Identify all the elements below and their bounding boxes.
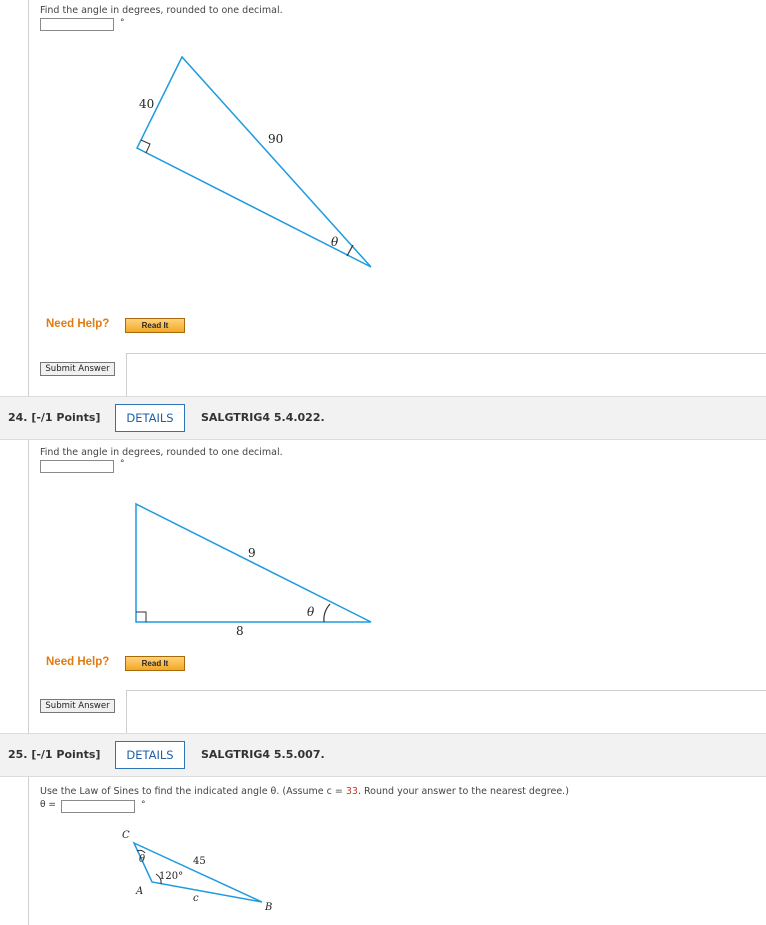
side-label-9: 9 bbox=[248, 546, 256, 560]
side-label-40: 40 bbox=[139, 97, 154, 111]
answer-input[interactable] bbox=[40, 460, 114, 473]
read-it-button[interactable]: Read It bbox=[125, 656, 185, 671]
answer-area-border bbox=[126, 690, 766, 735]
question-prompt: Use the Law of Sines to find the indicat… bbox=[40, 786, 569, 797]
submit-answer-button[interactable]: Submit Answer bbox=[40, 362, 115, 376]
question-number: 24. [-/1 Points] bbox=[8, 411, 101, 424]
triangle-figure: C θ 45 120° A c B bbox=[122, 830, 272, 913]
triangle-figure: 9 8 θ bbox=[135, 502, 372, 638]
answer-input[interactable] bbox=[61, 800, 135, 813]
triangle-figure: 40 90 θ bbox=[135, 55, 372, 268]
prompt-text-end: . Round your answer to the nearest degre… bbox=[357, 786, 569, 797]
angle-label-theta: θ bbox=[139, 854, 145, 865]
side-label-90: 90 bbox=[268, 132, 283, 146]
answer-area-border bbox=[126, 353, 766, 398]
c-value: 33 bbox=[345, 786, 358, 797]
submit-answer-button[interactable]: Submit Answer bbox=[40, 699, 115, 713]
vertex-label-b: B bbox=[264, 902, 272, 913]
angle-label-120: 120° bbox=[159, 871, 183, 882]
degree-unit: ° bbox=[141, 800, 146, 810]
side-label-8: 8 bbox=[236, 624, 244, 638]
details-button[interactable]: DETAILS bbox=[115, 741, 185, 769]
angle-arc bbox=[323, 603, 331, 623]
side-label-c: c bbox=[193, 893, 199, 904]
question-code: SALGTRIG4 5.4.022. bbox=[201, 411, 325, 424]
vertex-label-a: A bbox=[135, 886, 143, 897]
side-label-45: 45 bbox=[193, 856, 206, 867]
details-button[interactable]: DETAILS bbox=[115, 404, 185, 432]
answer-label: θ = bbox=[40, 800, 56, 810]
need-help-label: Need Help? bbox=[46, 318, 110, 330]
question-number: 25. [-/1 Points] bbox=[8, 748, 101, 761]
angle-label-theta: θ bbox=[307, 605, 315, 619]
degree-unit: ° bbox=[120, 459, 125, 469]
right-angle-marker bbox=[136, 611, 147, 622]
vertex-label-c: C bbox=[122, 830, 130, 841]
triangle-shape bbox=[135, 502, 372, 623]
prompt-text-start: Use the Law of Sines to find the indicat… bbox=[40, 786, 346, 797]
question-header: 24. [-/1 Points] DETAILS SALGTRIG4 5.4.0… bbox=[0, 396, 766, 440]
question-header: 25. [-/1 Points] DETAILS SALGTRIG4 5.5.0… bbox=[0, 733, 766, 777]
angle-arc bbox=[346, 244, 354, 257]
question-prompt: Find the angle in degrees, rounded to on… bbox=[40, 447, 283, 458]
need-help-label: Need Help? bbox=[46, 656, 110, 668]
read-it-button[interactable]: Read It bbox=[125, 318, 185, 333]
question-code: SALGTRIG4 5.5.007. bbox=[201, 748, 325, 761]
angle-label-theta: θ bbox=[331, 235, 339, 249]
